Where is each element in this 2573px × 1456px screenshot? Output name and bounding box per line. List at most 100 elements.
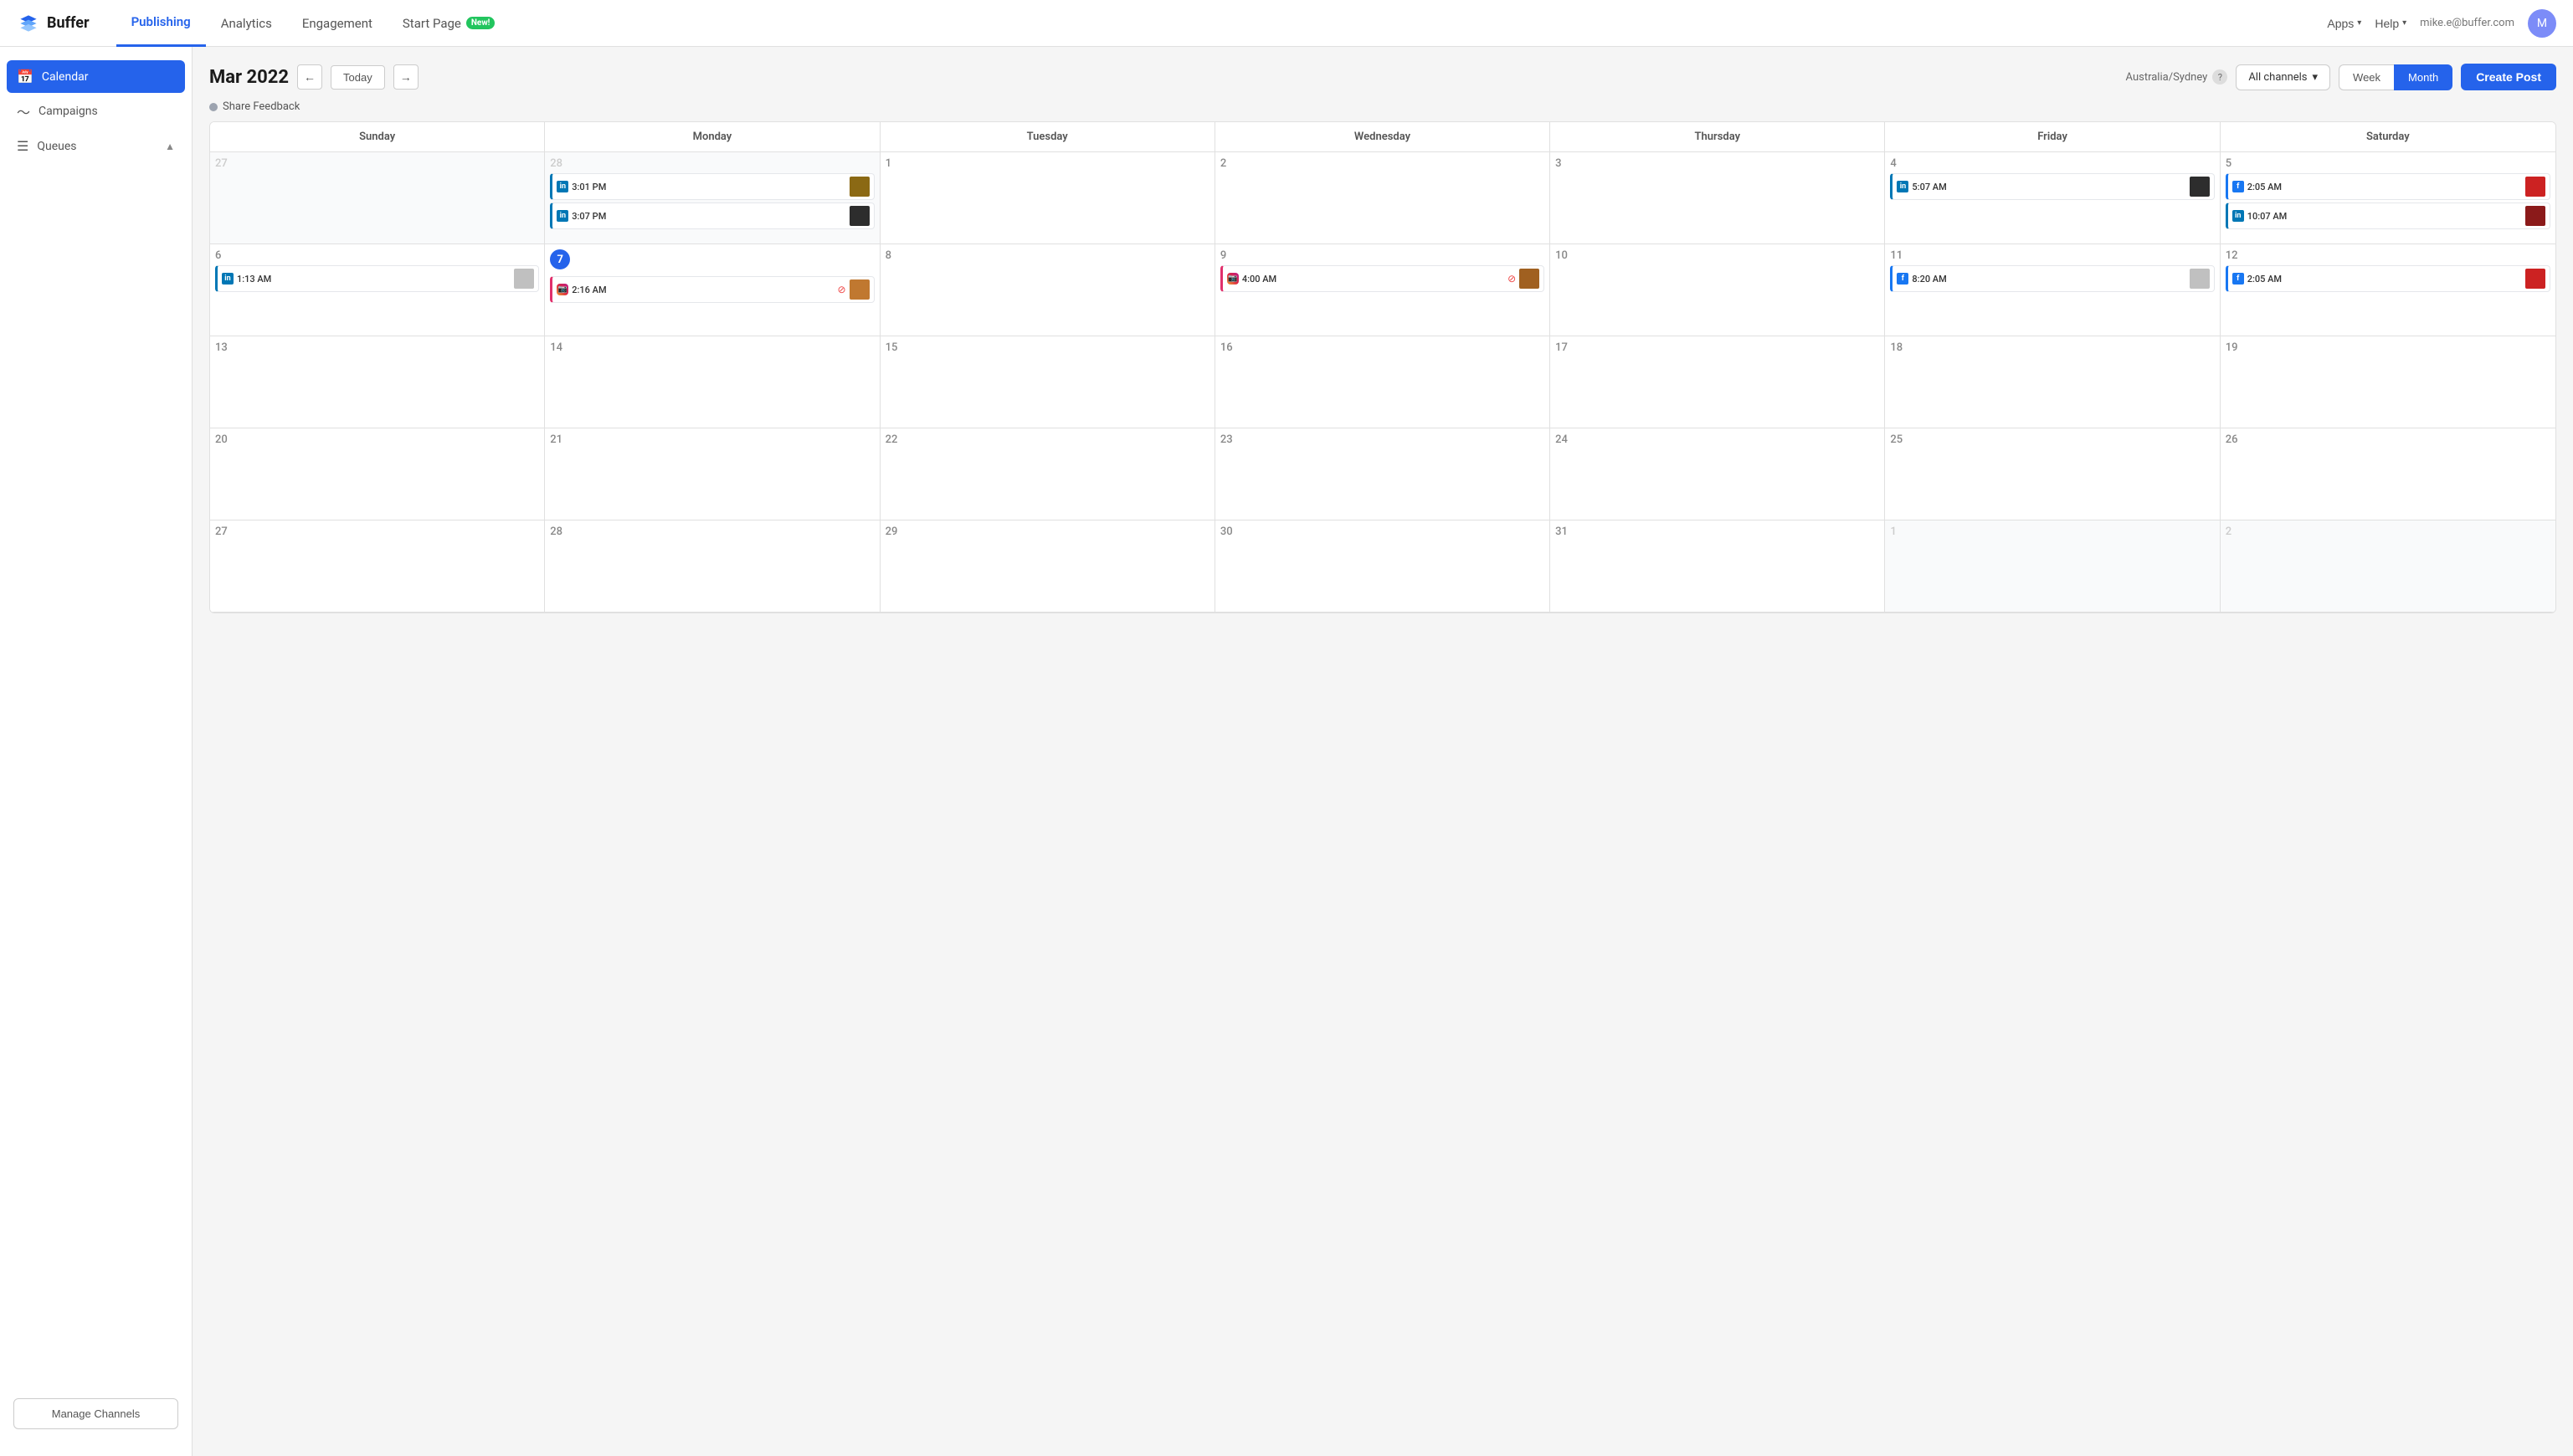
cal-cell-mar22: 22 (881, 428, 1215, 520)
calendar-grid: Sunday Monday Tuesday Wednesday Thursday… (209, 121, 2556, 613)
linkedin-icon: in (2232, 210, 2244, 222)
day-number: 21 (550, 433, 874, 446)
facebook-icon: f (1897, 273, 1908, 285)
nav-engagement[interactable]: Engagement (287, 0, 388, 47)
day-number: 30 (1220, 525, 1544, 538)
new-badge: New! (466, 17, 496, 29)
sidebar-item-queues[interactable]: ☰ Queues ▲ (0, 130, 192, 162)
day-number: 4 (1890, 157, 2214, 170)
next-month-button[interactable]: → (393, 64, 419, 90)
create-post-button[interactable]: Create Post (2461, 64, 2556, 90)
day-number: 25 (1890, 433, 2214, 446)
cal-cell-apr2: 2 (2221, 520, 2555, 613)
help-button[interactable]: Help ▾ (2375, 17, 2406, 30)
post-time: 2:16 AM (572, 285, 834, 295)
post-item[interactable]: in 10:07 AM (2226, 203, 2550, 229)
cal-cell-mar3: 3 (1550, 152, 1885, 244)
prev-month-button[interactable]: ← (297, 64, 322, 90)
cal-cell-mar25: 25 (1885, 428, 2220, 520)
post-item[interactable]: in 5:07 AM (1890, 173, 2214, 200)
sidebar-item-campaigns[interactable]: 〜 Campaigns (0, 93, 192, 130)
cal-cell-mar1: 1 (881, 152, 1215, 244)
facebook-icon: f (2232, 273, 2244, 285)
post-item[interactable]: 📷 2:16 AM ⊘ (550, 276, 874, 303)
sidebar-bottom: Manage Channels (0, 1385, 192, 1443)
day-number: 5 (2226, 157, 2550, 170)
post-thumbnail (850, 177, 870, 197)
post-item[interactable]: in 1:13 AM (215, 265, 539, 292)
day-number: 22 (886, 433, 1209, 446)
day-number: 16 (1220, 341, 1544, 354)
post-item[interactable]: f 8:20 AM (1890, 265, 2214, 292)
help-chevron-icon: ▾ (2402, 18, 2406, 28)
post-item[interactable]: in 3:07 PM (550, 203, 874, 229)
cal-cell-mar14: 14 (545, 336, 880, 428)
post-thumbnail (514, 269, 534, 289)
week-2: 6 in 1:13 AM 7 📷 2:16 AM ⊘ (210, 244, 2555, 336)
nav-publishing[interactable]: Publishing (116, 0, 206, 47)
apps-button[interactable]: Apps ▾ (2327, 17, 2361, 30)
day-number: 14 (550, 341, 874, 354)
week-view-button[interactable]: Week (2339, 64, 2394, 90)
cal-cell-mar19: 19 (2221, 336, 2555, 428)
header-saturday: Saturday (2221, 122, 2555, 152)
header-monday: Monday (545, 122, 880, 152)
cal-cell-mar26: 26 (2221, 428, 2555, 520)
day-number: 27 (215, 525, 539, 538)
error-icon: ⊘ (838, 284, 846, 295)
queues-icon: ☰ (17, 138, 28, 154)
cal-cell-mar31: 31 (1550, 520, 1885, 613)
day-number: 15 (886, 341, 1209, 354)
instagram-icon: 📷 (557, 284, 568, 295)
channels-chevron-icon: ▾ (2313, 71, 2319, 84)
linkedin-icon: in (1897, 181, 1908, 192)
nav-start-page[interactable]: Start Page New! (388, 0, 510, 47)
cal-cell-mar8: 8 (881, 244, 1215, 336)
post-item[interactable]: in 3:01 PM (550, 173, 874, 200)
timezone-help-icon[interactable]: ? (2212, 69, 2227, 85)
calendar-title: Mar 2022 (209, 67, 289, 88)
logo[interactable]: Buffer (17, 12, 90, 35)
month-view-button[interactable]: Month (2394, 64, 2452, 90)
header-sunday: Sunday (210, 122, 545, 152)
nav-analytics[interactable]: Analytics (206, 0, 287, 47)
channels-dropdown[interactable]: All channels ▾ (2236, 64, 2330, 90)
avatar[interactable]: M (2528, 9, 2556, 38)
nav-right: Apps ▾ Help ▾ mike.e@buffer.com M (2327, 9, 2556, 38)
today-button[interactable]: Today (331, 65, 385, 90)
day-number: 31 (1555, 525, 1879, 538)
day-number: 18 (1890, 341, 2214, 354)
cal-controls: Australia/Sydney ? All channels ▾ Week M… (2126, 64, 2556, 90)
buffer-logo-icon (17, 12, 40, 35)
day-number: 12 (2226, 249, 2550, 262)
post-time: 5:07 AM (1912, 182, 2185, 192)
manage-channels-button[interactable]: Manage Channels (13, 1398, 178, 1429)
main-content: Mar 2022 ← Today → Australia/Sydney ? Al… (193, 47, 2573, 1456)
cal-cell-mar10: 10 (1550, 244, 1885, 336)
share-feedback[interactable]: Share Feedback (209, 100, 2556, 113)
post-thumbnail (850, 206, 870, 226)
day-number: 2 (2226, 525, 2550, 538)
post-thumbnail (2190, 177, 2210, 197)
sidebar-item-calendar[interactable]: 📅 Calendar (7, 60, 185, 93)
linkedin-icon: in (557, 181, 568, 192)
cal-cell-mar12: 12 f 2:05 AM (2221, 244, 2555, 336)
post-time: 8:20 AM (1912, 274, 2185, 285)
cal-cell-mar23: 23 (1215, 428, 1550, 520)
nav-links: Publishing Analytics Engagement Start Pa… (116, 0, 2328, 47)
day-number-today: 7 (550, 249, 570, 269)
post-item[interactable]: f 2:05 AM (2226, 173, 2550, 200)
day-number: 13 (215, 341, 539, 354)
post-item[interactable]: f 2:05 AM (2226, 265, 2550, 292)
post-item[interactable]: 📷 4:00 AM ⊘ (1220, 265, 1544, 292)
cal-cell-mar30: 30 (1215, 520, 1550, 613)
day-number: 1 (886, 157, 1209, 170)
cal-cell-feb28: 28 in 3:01 PM in 3:07 PM (545, 152, 880, 244)
day-number: 1 (1890, 525, 2214, 538)
cal-cell-mar6: 6 in 1:13 AM (210, 244, 545, 336)
post-time: 3:07 PM (572, 211, 845, 222)
linkedin-icon: in (557, 210, 568, 222)
cal-cell-feb27: 27 (210, 152, 545, 244)
cal-cell-mar7: 7 📷 2:16 AM ⊘ (545, 244, 880, 336)
instagram-icon: 📷 (1227, 273, 1239, 285)
